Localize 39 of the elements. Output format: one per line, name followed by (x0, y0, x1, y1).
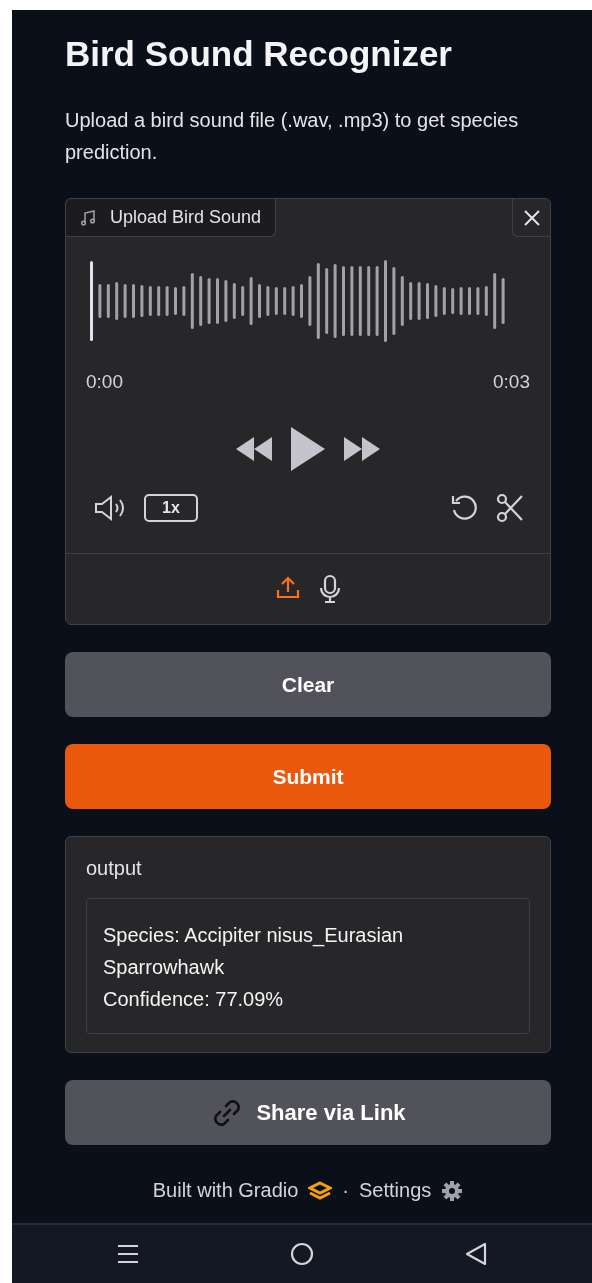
close-button[interactable] (512, 199, 550, 237)
settings-link[interactable]: Settings (359, 1179, 432, 1202)
audio-label-text: Upload Bird Sound (110, 207, 262, 228)
rewind-button[interactable] (236, 436, 274, 462)
menu-button[interactable] (117, 1243, 140, 1265)
share-link-button[interactable]: Share via Link (65, 1080, 551, 1145)
current-time: 0:00 (86, 371, 123, 393)
page-title: Bird Sound Recognizer (65, 33, 453, 75)
output-text-line: Species: Accipiter nisus_Eurasian Sparrowhawk (103, 923, 405, 980)
back-icon (464, 1242, 487, 1266)
upload-icon (275, 574, 301, 600)
home-button[interactable] (290, 1242, 314, 1266)
settings-icon (441, 1179, 464, 1202)
playback-speed-button[interactable]: 1x (144, 494, 198, 522)
fast-forward-icon (342, 436, 380, 462)
circle-icon (290, 1242, 314, 1266)
separator: · (342, 1179, 349, 1202)
output-label: output (86, 857, 143, 880)
microphone-source-button[interactable] (319, 574, 341, 604)
back-button[interactable] (464, 1242, 487, 1266)
gradio-logo-icon (308, 1180, 333, 1201)
close-icon (521, 207, 542, 228)
output-text-line: Confidence: 77.09% (103, 987, 285, 1012)
play-button[interactable] (290, 427, 326, 471)
clear-button[interactable]: Clear (65, 652, 551, 717)
music-note-icon (80, 209, 96, 226)
microphone-icon (319, 574, 341, 604)
menu-icon (117, 1243, 140, 1265)
fast-forward-button[interactable] (342, 436, 380, 462)
duration: 0:03 (493, 371, 530, 393)
scissors-icon (496, 493, 524, 523)
play-icon (290, 427, 326, 471)
undo-icon (450, 493, 480, 523)
undo-button[interactable] (450, 493, 480, 523)
description: Upload a bird sound file (.wav, .mp3) to get species prediction. (65, 108, 520, 165)
built-with-gradio-link[interactable]: Built with Gradio (152, 1179, 299, 1202)
submit-button[interactable]: Submit (65, 744, 551, 809)
scissors-button[interactable] (496, 493, 524, 523)
rewind-icon (236, 436, 274, 462)
